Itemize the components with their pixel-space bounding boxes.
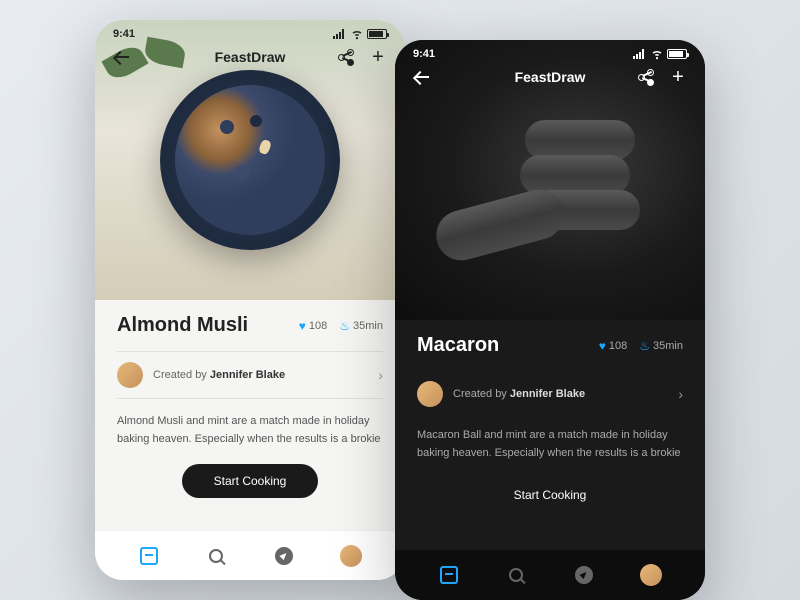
tab-home[interactable] <box>437 563 461 587</box>
author-avatar <box>417 381 443 407</box>
chevron-right-icon: › <box>378 367 383 383</box>
compass-icon <box>575 566 593 584</box>
tab-bar <box>95 530 405 580</box>
tab-explore[interactable] <box>572 563 596 587</box>
phone-light-theme: 9:41 FeastDraw + Almond Musli ♥108 ♨35mi… <box>95 20 405 580</box>
add-button[interactable]: + <box>669 68 687 86</box>
likes-stat[interactable]: ♥108 <box>299 319 327 333</box>
likes-stat[interactable]: ♥108 <box>599 339 627 353</box>
app-title: FeastDraw <box>215 49 286 65</box>
profile-avatar-icon <box>340 545 362 567</box>
home-icon <box>440 566 458 584</box>
wifi-icon <box>351 28 363 40</box>
flame-icon: ♨ <box>639 339 650 353</box>
author-name: Jennifer Blake <box>210 369 285 381</box>
nav-bar: FeastDraw + <box>395 68 705 86</box>
recipe-description: Almond Musli and mint are a match made i… <box>117 413 383 448</box>
share-button[interactable] <box>637 68 655 86</box>
recipe-hero-image: 9:41 FeastDraw + <box>395 40 705 320</box>
status-bar: 9:41 <box>395 48 705 60</box>
home-icon <box>140 547 158 565</box>
tab-search[interactable] <box>504 563 528 587</box>
battery-icon <box>667 49 687 59</box>
author-row[interactable]: Created by Jennifer Blake › <box>117 351 383 399</box>
search-icon <box>209 549 223 563</box>
time-stat: ♨35min <box>339 319 383 333</box>
author-avatar <box>117 362 143 388</box>
start-cooking-button[interactable]: Start Cooking <box>182 464 319 498</box>
wifi-icon <box>651 48 663 60</box>
share-button[interactable] <box>337 48 355 66</box>
compass-icon <box>275 547 293 565</box>
flame-icon: ♨ <box>339 319 350 333</box>
author-row[interactable]: Created by Jennifer Blake › <box>417 371 683 417</box>
app-title: FeastDraw <box>515 69 586 85</box>
phone-dark-theme: 9:41 FeastDraw + Macaron ♥108 ♨35min <box>395 40 705 600</box>
battery-icon <box>367 29 387 39</box>
tab-bar <box>395 550 705 600</box>
recipe-title: Macaron <box>417 334 499 357</box>
recipe-hero-image: 9:41 FeastDraw + <box>95 20 405 300</box>
tab-explore[interactable] <box>272 544 296 568</box>
search-icon <box>509 568 523 582</box>
time-stat: ♨35min <box>639 339 683 353</box>
back-button[interactable] <box>113 48 131 66</box>
profile-avatar-icon <box>640 564 662 586</box>
signal-icon <box>633 49 647 59</box>
signal-icon <box>333 29 347 39</box>
tab-search[interactable] <box>204 544 228 568</box>
tab-home[interactable] <box>137 544 161 568</box>
heart-icon: ♥ <box>599 339 606 353</box>
tab-profile[interactable] <box>639 563 663 587</box>
back-button[interactable] <box>413 68 431 86</box>
tab-profile[interactable] <box>339 544 363 568</box>
status-time: 9:41 <box>413 48 435 60</box>
status-bar: 9:41 <box>95 28 405 40</box>
recipe-description: Macaron Ball and mint are a match made i… <box>417 427 683 462</box>
start-cooking-button[interactable]: Start Cooking <box>482 478 619 512</box>
heart-icon: ♥ <box>299 319 306 333</box>
add-button[interactable]: + <box>369 48 387 66</box>
status-time: 9:41 <box>113 28 135 40</box>
chevron-right-icon: › <box>678 386 683 402</box>
nav-bar: FeastDraw + <box>95 48 405 66</box>
author-name: Jennifer Blake <box>510 388 585 400</box>
recipe-title: Almond Musli <box>117 314 248 337</box>
